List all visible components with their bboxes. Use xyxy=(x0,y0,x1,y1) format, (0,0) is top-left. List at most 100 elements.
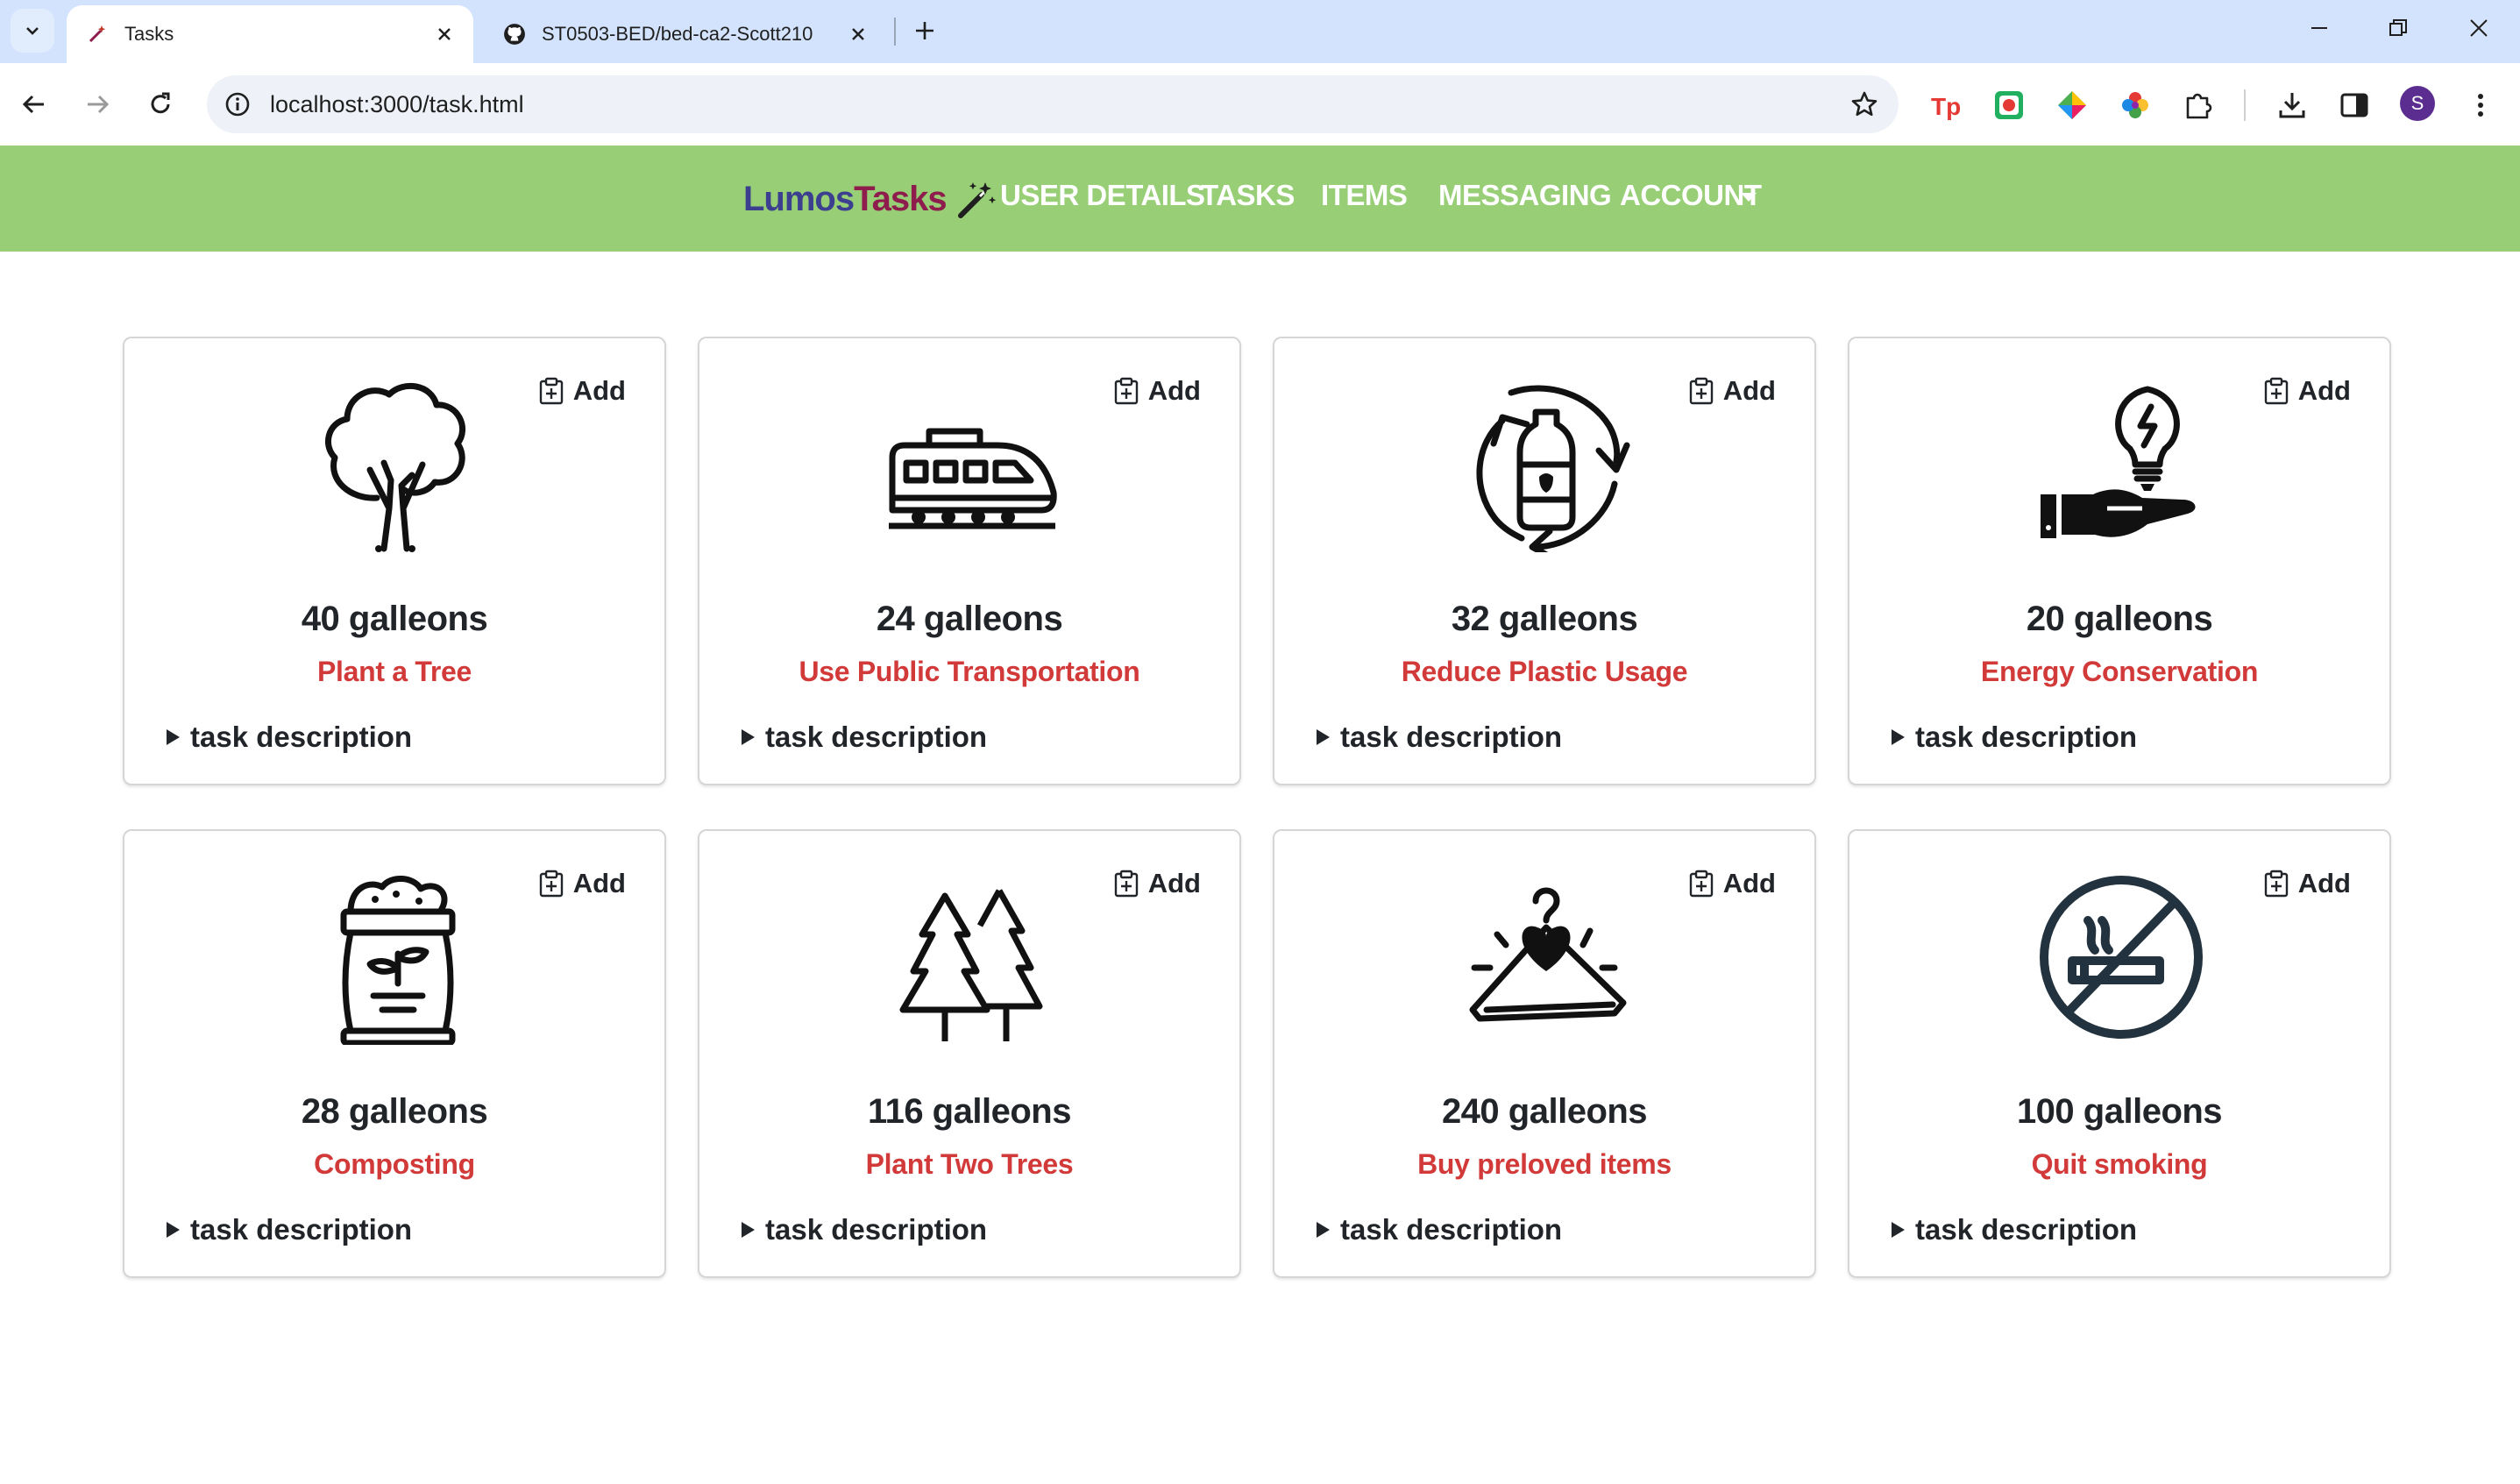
task-card: Add 24 galleons Use Public Transportation t… xyxy=(698,337,1241,785)
task-description-toggle[interactable]: task description xyxy=(742,1213,987,1246)
task-card: Add 28 galleons Composting task description xyxy=(123,829,666,1278)
magic-wand-icon xyxy=(957,182,996,218)
site-navbar: Lumos Tasks USER DETAILS TASKS ITEMS MESS… xyxy=(0,146,2520,252)
disclosure-triangle-icon xyxy=(742,1222,755,1238)
clipboard-plus-icon xyxy=(1113,870,1139,898)
add-label: Add xyxy=(2297,868,2351,898)
task-description-toggle[interactable]: task description xyxy=(1892,721,2137,754)
task-card: Add 32 galleons Reduce Plastic Usage task d… xyxy=(1273,337,1816,785)
extensions-puzzle-icon[interactable] xyxy=(2181,88,2216,123)
extension-color-wheel-icon[interactable] xyxy=(2118,88,2153,123)
task-name: Quit smoking xyxy=(2031,1148,2208,1180)
hanger-heart-icon xyxy=(1459,870,1634,1045)
task-description-label: task description xyxy=(190,721,413,753)
minimize-icon xyxy=(2311,27,2327,29)
svg-text:Tp: Tp xyxy=(1931,93,1961,120)
restore-button[interactable] xyxy=(2360,0,2437,56)
browser-toolbar: localhost:3000/task.html Tp S xyxy=(0,63,2520,146)
add-label: Add xyxy=(1147,375,1201,406)
disclosure-triangle-icon xyxy=(1317,1222,1330,1238)
brand-logo[interactable]: Lumos Tasks xyxy=(743,179,996,219)
address-bar[interactable]: localhost:3000/task.html xyxy=(207,75,1899,133)
extension-color-picker-icon[interactable] xyxy=(2055,88,2090,123)
disclosure-triangle-icon xyxy=(1317,729,1330,745)
tab-divider xyxy=(894,18,896,46)
tab-tasks[interactable]: Tasks xyxy=(67,5,473,63)
add-label: Add xyxy=(572,375,626,406)
disclosure-triangle-icon xyxy=(1892,1222,1905,1238)
add-task-button[interactable]: Add xyxy=(1688,868,1776,899)
minimize-button[interactable] xyxy=(2281,0,2358,56)
chevron-down-icon xyxy=(26,27,39,35)
task-description-toggle[interactable]: task description xyxy=(167,1213,412,1246)
tab-search-button[interactable] xyxy=(11,9,54,53)
task-description-label: task description xyxy=(1340,721,1563,753)
task-description-toggle[interactable]: task description xyxy=(742,721,987,754)
task-description-toggle[interactable]: task description xyxy=(1317,1213,1562,1246)
nav-tasks[interactable]: TASKS xyxy=(1201,179,1295,212)
two-pine-trees-icon xyxy=(884,870,1059,1045)
back-button[interactable] xyxy=(14,84,54,124)
task-description-label: task description xyxy=(765,1213,988,1246)
site-info-icon[interactable] xyxy=(219,86,256,123)
add-task-button[interactable]: Add xyxy=(1688,375,1776,407)
add-task-button[interactable]: Add xyxy=(1113,375,1201,407)
add-task-button[interactable]: Add xyxy=(2263,868,2351,899)
tree-icon xyxy=(309,377,484,552)
task-points: 240 galleons xyxy=(1441,1092,1648,1131)
hand-lightbulb-icon xyxy=(2034,377,2209,552)
plus-icon xyxy=(916,22,933,39)
extension-tp-icon[interactable]: Tp xyxy=(1928,88,1963,123)
close-window-button[interactable] xyxy=(2440,0,2517,56)
clipboard-plus-icon xyxy=(1113,377,1139,405)
clipboard-plus-icon xyxy=(2263,870,2289,898)
nav-messaging[interactable]: MESSAGING xyxy=(1438,179,1612,212)
add-task-button[interactable]: Add xyxy=(538,375,626,407)
add-task-button[interactable]: Add xyxy=(2263,375,2351,407)
tab-close-icon[interactable] xyxy=(843,19,873,49)
task-points: 24 galleons xyxy=(876,600,1063,638)
task-points: 40 galleons xyxy=(301,600,488,638)
new-tab-button[interactable] xyxy=(906,12,943,49)
forward-button[interactable] xyxy=(77,84,117,124)
add-task-button[interactable]: Add xyxy=(538,868,626,899)
recycle-bottle-icon xyxy=(1459,377,1634,552)
github-icon xyxy=(503,23,526,46)
task-description-label: task description xyxy=(765,721,988,753)
profile-avatar[interactable]: S xyxy=(2400,86,2435,121)
side-panel-icon[interactable] xyxy=(2337,88,2372,123)
tab-github[interactable]: ST0503-BED/bed-ca2-Scott210 xyxy=(484,5,887,63)
compost-bag-icon xyxy=(309,870,484,1045)
task-description-toggle[interactable]: task description xyxy=(1317,721,1562,754)
task-name: Composting xyxy=(314,1148,475,1180)
add-task-button[interactable]: Add xyxy=(1113,868,1201,899)
url-text[interactable]: localhost:3000/task.html xyxy=(270,91,524,118)
disclosure-triangle-icon xyxy=(167,729,180,745)
clipboard-plus-icon xyxy=(538,870,564,898)
task-description-label: task description xyxy=(1915,721,2138,753)
task-description-toggle[interactable]: task description xyxy=(167,721,412,754)
bookmark-star-icon[interactable] xyxy=(1846,86,1883,123)
reload-button[interactable] xyxy=(140,84,181,124)
wand-favicon-icon xyxy=(86,23,109,46)
tab-close-icon[interactable] xyxy=(429,19,459,49)
brand-tasks-text: Tasks xyxy=(854,179,947,218)
task-description-toggle[interactable]: task description xyxy=(1892,1213,2137,1246)
add-label: Add xyxy=(2297,375,2351,406)
task-card: Add 240 galleons Buy preloved items task de… xyxy=(1273,829,1816,1278)
add-label: Add xyxy=(1722,375,1776,406)
clipboard-plus-icon xyxy=(2263,377,2289,405)
disclosure-triangle-icon xyxy=(167,1222,180,1238)
task-name: Reduce Plastic Usage xyxy=(1401,656,1688,687)
task-name: Plant Two Trees xyxy=(865,1148,1074,1180)
browser-menu-icon[interactable] xyxy=(2463,88,2498,123)
downloads-icon[interactable] xyxy=(2275,88,2310,123)
extension-screen-recorder-icon[interactable] xyxy=(1991,88,2027,123)
clipboard-plus-icon xyxy=(1688,377,1714,405)
add-label: Add xyxy=(1147,868,1201,898)
task-name: Use Public Transportation xyxy=(799,656,1140,687)
nav-user-details[interactable]: USER DETAILS xyxy=(1000,179,1205,212)
arrow-right-icon xyxy=(88,95,110,114)
task-name: Plant a Tree xyxy=(316,656,472,687)
nav-items[interactable]: ITEMS xyxy=(1321,179,1408,212)
